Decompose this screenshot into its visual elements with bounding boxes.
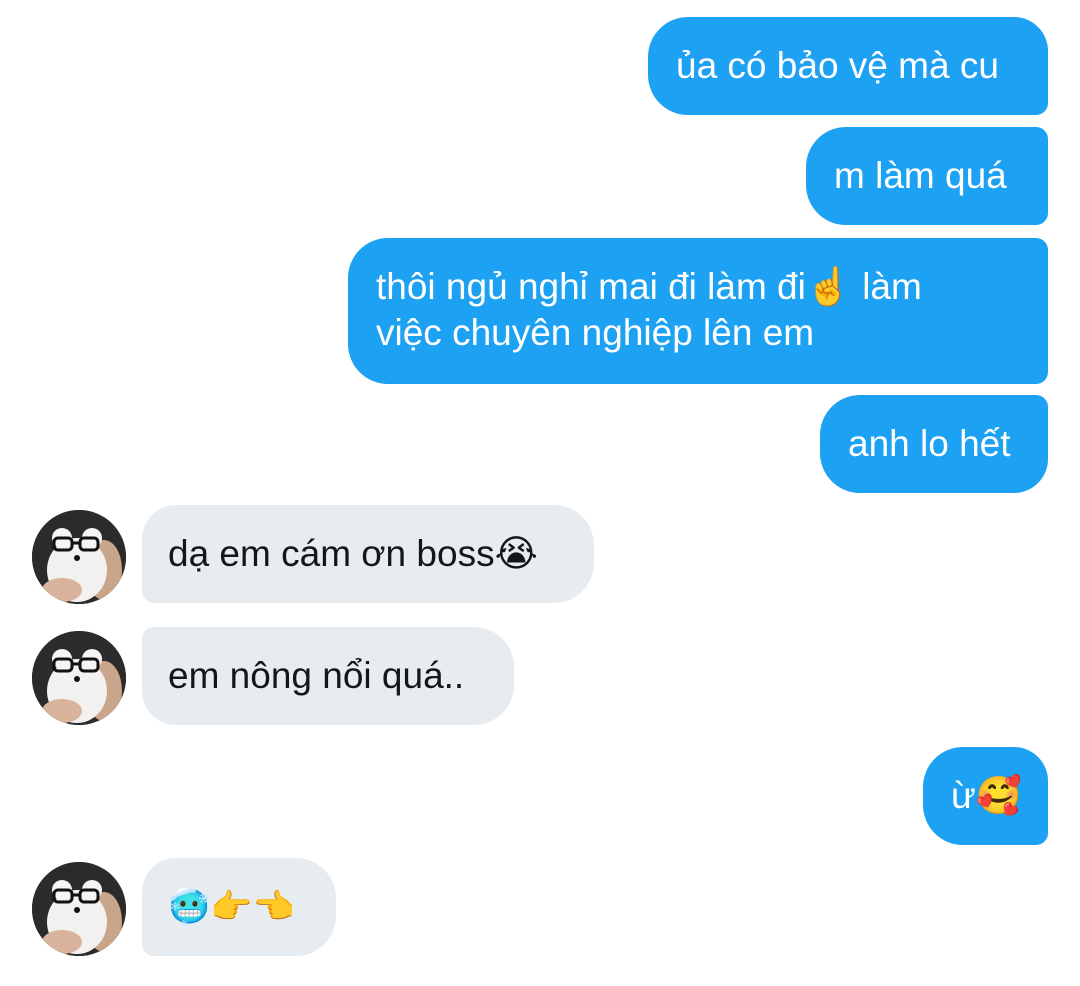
bear-glasses-avatar-icon (32, 862, 126, 956)
message-text: em nông nổi quá.. (168, 655, 465, 696)
incoming-message-bubble[interactable]: em nông nổi quá.. (142, 627, 514, 725)
contact-avatar[interactable] (32, 631, 126, 725)
outgoing-message-bubble[interactable]: anh lo hết (820, 395, 1048, 493)
outgoing-message-bubble[interactable]: m làm quá (806, 127, 1048, 225)
contact-avatar[interactable] (32, 510, 126, 604)
incoming-message-bubble[interactable]: dạ em cám ơn boss😭 (142, 505, 594, 603)
message-text: ủa có bảo vệ mà cu (676, 45, 999, 86)
outgoing-message-bubble[interactable]: thôi ngủ nghỉ mai đi làm đi☝️ làm việc c… (348, 238, 1048, 384)
bear-glasses-avatar-icon (32, 510, 126, 604)
message-text: m làm quá (834, 155, 1007, 196)
outgoing-message-bubble[interactable]: ủa có bảo vệ mà cu (648, 17, 1048, 115)
message-text-line: việc chuyên nghiệp lên em (376, 312, 815, 353)
message-text: dạ em cám ơn boss😭 (168, 533, 538, 574)
message-text-line: thôi ngủ nghỉ mai đi làm đi☝️ làm (376, 266, 922, 307)
outgoing-message-bubble[interactable]: ừ🥰 (923, 747, 1048, 845)
message-text: anh lo hết (848, 423, 1011, 464)
incoming-message-bubble[interactable]: 🥶👉👈 (142, 858, 336, 956)
message-text: ừ🥰 (951, 775, 1022, 816)
bear-glasses-avatar-icon (32, 631, 126, 725)
message-text: 🥶👉👈 (168, 887, 296, 927)
contact-avatar[interactable] (32, 862, 126, 956)
